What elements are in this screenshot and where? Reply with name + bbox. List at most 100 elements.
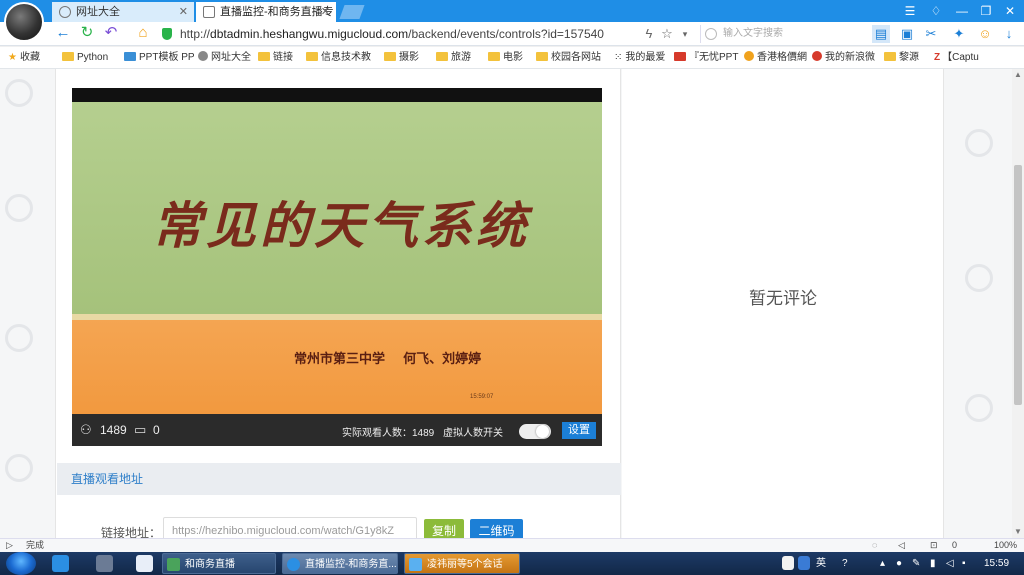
comment-count: 0 [153,423,160,437]
comments-panel: 暂无评论 [622,69,944,538]
virtual-viewers-toggle[interactable] [519,424,551,439]
live-monitor-panel: 常见的天气系统 常州市第三中学 何飞、刘婷婷 15:59:07 ⚇ 1489 ▭… [55,69,621,538]
app-icon[interactable] [96,555,113,572]
security-icon[interactable]: ◌ [872,539,877,552]
folder-icon [306,52,318,61]
q-icon[interactable] [798,556,810,570]
bookmark-my-favorites[interactable]: ⁙ 我的最爱 [614,47,665,68]
tab-wangzhi[interactable]: 网址大全 ✕ [52,2,194,22]
home-icon[interactable]: ⌂ [134,24,152,42]
bookmark-favorites[interactable]: ★ 收藏 [8,47,40,68]
watermark-logo [965,394,993,422]
ie-icon[interactable] [52,555,69,572]
extension-icon[interactable]: ✦ [950,25,968,43]
bookmark-campus[interactable]: 校园各网站 [536,47,601,68]
watermark-logo [5,79,33,107]
network-icon[interactable]: ▮ [930,557,936,570]
qrcode-button[interactable]: 二维码 [470,519,523,538]
weibo-icon [812,51,822,61]
taskbar-app-browser[interactable]: 直播监控-和商务直... [282,553,398,574]
app-icon[interactable] [136,555,153,572]
browser-status-bar: ▷ 完成 ◌ ◁ ⊡ 0 100% [0,538,1024,552]
bookmark-51ppt[interactable]: 『无忧PPT [674,47,738,68]
save-icon[interactable]: ▣ [898,25,916,43]
z-icon: Z [934,52,941,63]
page-icon [203,6,215,18]
watermark-logo [965,129,993,157]
taskbar-clock[interactable]: 15:59 [984,552,1009,575]
settings-button[interactable]: 设置 [562,422,596,439]
bookmark-python[interactable]: Python [62,47,108,68]
video-player[interactable]: 常见的天气系统 常州市第三中学 何飞、刘婷婷 15:59:07 ⚇ 1489 ▭… [72,88,602,446]
link-address-field[interactable]: https://hezhibo.migucloud.com/watch/G1y8… [163,517,417,538]
folder-icon [384,52,396,61]
reader-icon[interactable]: ▤ [872,25,890,43]
viewer-count: 1489 [100,423,127,437]
undo-icon[interactable]: ↶ [102,24,120,42]
skin-icon[interactable]: ♢ [926,2,946,20]
emoji-icon[interactable]: ☺ [976,25,994,43]
minimize-button[interactable]: — [952,2,972,20]
back-arrow-icon[interactable]: ← [54,24,72,42]
address-scheme: http:// [180,27,211,41]
close-icon[interactable]: ✕ [179,2,188,22]
user-avatar[interactable] [4,2,44,42]
folder-icon [124,52,136,61]
site-icon [744,51,754,61]
folder-icon [536,52,548,61]
vertical-scrollbar[interactable]: ▲ ▼ [1012,69,1024,538]
watermark-logo [5,454,33,482]
volume-icon[interactable]: ◁ [946,557,954,570]
pen-icon[interactable]: ✎ [912,557,920,570]
bookmark-capture[interactable]: Z 【Captu [934,47,979,68]
refresh-icon[interactable]: ↻ [78,24,96,42]
show-hidden-icon[interactable]: ▴ [880,557,885,570]
tray-icon[interactable]: ▪ [962,557,966,570]
chevron-down-icon[interactable]: ▾ [676,25,694,43]
actual-viewers-text: 实际观看人数：1489 虚拟人数开关 [342,424,503,439]
bookmark-travel[interactable]: 旅游 [436,47,471,68]
slide-background-bottom [72,320,602,414]
bookmark-ppt[interactable]: PPT模板 PP [124,47,195,68]
search-input[interactable]: 输入文字搜索 [700,25,860,43]
download-icon[interactable]: ⊡ [930,539,938,552]
bookmark-liyuan[interactable]: 黎源 [884,47,919,68]
taskbar-app-chat[interactable]: 凌祎丽等5个会话 [404,553,520,574]
zoom-level[interactable]: 100% [994,539,1017,552]
sound-icon[interactable]: ◁ [898,539,905,552]
lightning-icon[interactable]: ϟ [640,25,658,43]
star-icon[interactable]: ☆ [658,25,676,43]
tray-app-icon[interactable]: ● [896,557,902,570]
ime-indicator[interactable]: 英 [816,557,826,570]
taskbar-app-live[interactable]: 和商务直播 [162,553,276,574]
scrollbar-thumb[interactable] [1014,165,1022,405]
actual-viewers-label: 实际观看人数：1489 [342,428,435,439]
close-icon[interactable]: ✕ [321,2,330,22]
scissors-icon[interactable]: ✂ [922,25,940,43]
navigation-bar: ← ↻ ↶ ⌂ http://dbtadmin.heshangwu.migucl… [0,22,1024,46]
bookmark-movies[interactable]: 电影 [488,47,523,68]
menu-icon[interactable]: ☰ [900,2,920,20]
watermark-logo [5,194,33,222]
address-bar[interactable]: http://dbtadmin.heshangwu.migucloud.com/… [162,25,632,43]
maximize-button[interactable]: ❐ [976,2,996,20]
bookmark-photo[interactable]: 摄影 [384,47,419,68]
close-window-button[interactable]: ✕ [1000,2,1020,20]
bookmark-links[interactable]: 链接 [258,47,293,68]
bookmark-wangzhi[interactable]: 网址大全 [198,47,251,68]
new-tab-button[interactable] [339,5,365,19]
folder-icon [62,52,74,61]
help-icon[interactable]: ? [842,557,848,570]
bookmark-it-teaching[interactable]: 信息技术教 [306,47,371,68]
scroll-down-icon[interactable]: ▼ [1012,526,1024,538]
start-button[interactable] [6,552,36,575]
copy-button[interactable]: 复制 [424,519,464,538]
bookmark-hk-price[interactable]: 香港格價網 [744,47,807,68]
tab-live-monitor[interactable]: 直播监控-和商务直播专 ✕ [196,2,336,22]
bookmark-weibo[interactable]: 我的新浪微 [812,47,875,68]
scroll-up-icon[interactable]: ▲ [1012,69,1024,81]
file-icon[interactable] [782,556,794,570]
download-arrow-icon[interactable]: ↓ [1000,25,1018,43]
sidebar-toggle-icon[interactable]: ▷ [6,539,13,552]
status-text: 完成 [26,540,45,550]
